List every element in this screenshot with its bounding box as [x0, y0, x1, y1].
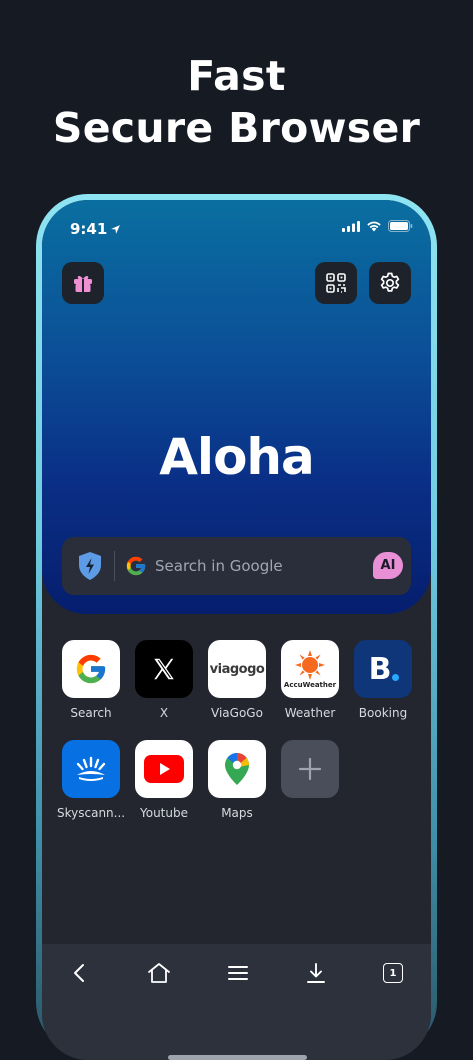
location-arrow-icon — [111, 225, 121, 234]
home-button[interactable] — [144, 958, 174, 988]
menu-button[interactable] — [223, 958, 253, 988]
shield-icon[interactable] — [78, 551, 102, 581]
tab-count: 1 — [389, 967, 397, 979]
speed-dial-viagogo[interactable]: viagogo ViaGoGo — [203, 640, 271, 720]
accuweather-icon: AccuWeather — [281, 640, 339, 698]
status-time: 9:41 — [70, 220, 121, 238]
download-icon — [307, 963, 325, 983]
speed-dial-label: ViaGoGo — [211, 706, 263, 720]
headline-line-1: Fast — [187, 52, 286, 100]
headline: Fast Secure Browser — [0, 50, 473, 154]
speed-dial-youtube[interactable]: Youtube — [130, 740, 198, 820]
speed-dial-label: Youtube — [140, 806, 188, 820]
home-icon — [148, 963, 170, 983]
booking-dot — [392, 674, 399, 681]
speed-dial-skyscanner[interactable]: Skyscann... — [57, 740, 125, 820]
back-button[interactable] — [65, 958, 95, 988]
tab-count-badge: 1 — [383, 963, 403, 983]
viagogo-icon: viagogo — [208, 640, 266, 698]
phone-screen: 9:41 Aloha Search in Google AI Search X … — [42, 200, 431, 1060]
settings-button[interactable] — [369, 262, 411, 304]
tabs-button[interactable]: 1 — [378, 958, 408, 988]
speed-dial-label: Maps — [221, 806, 253, 820]
speed-dial-label: Skyscann... — [57, 806, 126, 820]
status-time-text: 9:41 — [70, 220, 108, 238]
downloads-button[interactable] — [301, 958, 331, 988]
speed-dial-weather[interactable]: AccuWeather Weather — [276, 640, 344, 720]
gift-icon — [74, 275, 92, 292]
google-icon — [76, 654, 106, 684]
maps-tile-icon — [208, 740, 266, 798]
accuweather-logo-text: AccuWeather — [283, 680, 337, 689]
status-icons — [342, 220, 413, 232]
battery-icon — [388, 220, 413, 232]
skyscanner-sunrise-icon — [76, 756, 106, 781]
ai-label: AI — [380, 558, 396, 573]
bottom-toolbar: 1 — [42, 944, 431, 1060]
sun-icon — [295, 649, 325, 680]
hero-panel: 9:41 Aloha Search in Google AI — [42, 200, 431, 614]
gear-icon — [380, 272, 400, 292]
gift-button[interactable] — [62, 262, 104, 304]
signal-icon — [342, 220, 360, 232]
chevron-left-icon — [74, 964, 84, 982]
booking-logo-text: B — [368, 651, 392, 687]
booking-icon: B — [354, 640, 412, 698]
search-divider — [114, 551, 115, 581]
wifi-icon — [367, 221, 381, 232]
hamburger-menu-icon — [228, 966, 248, 980]
maps-pin-icon — [225, 753, 249, 785]
search-input[interactable] — [155, 557, 350, 575]
youtube-tile-icon — [135, 740, 193, 798]
youtube-icon — [144, 755, 184, 783]
speed-dial-label: Weather — [284, 706, 336, 720]
speed-dial-label: X — [159, 706, 169, 720]
speed-dial-x[interactable]: X — [130, 640, 198, 720]
add-tile-icon — [281, 740, 339, 798]
aloha-logo-text: Aloha — [159, 428, 315, 486]
qr-scan-button[interactable] — [315, 262, 357, 304]
google-icon — [126, 556, 146, 576]
speed-dial-google[interactable]: Search — [57, 640, 125, 720]
speed-dial-booking[interactable]: B Booking — [349, 640, 417, 720]
speed-dial-label: Search — [70, 706, 112, 720]
x-icon — [154, 658, 174, 680]
headline-line-2: Secure Browser — [52, 104, 421, 152]
home-indicator[interactable] — [168, 1055, 307, 1060]
skyscanner-icon — [62, 740, 120, 798]
search-bar[interactable]: AI — [62, 537, 411, 595]
viagogo-logo-text: viagogo — [209, 661, 265, 677]
phone-frame: 9:41 Aloha Search in Google AI Search X … — [36, 194, 437, 1060]
speed-dial-add[interactable] — [276, 740, 344, 798]
plus-icon — [298, 757, 322, 781]
x-tile-icon — [135, 640, 193, 698]
qr-code-icon — [326, 273, 346, 293]
speed-dial-label: Booking — [358, 706, 408, 720]
aloha-logo: Aloha — [42, 428, 431, 486]
ai-assistant-button[interactable]: AI — [373, 552, 403, 579]
google-tile-icon — [62, 640, 120, 698]
speed-dial-maps[interactable]: Maps — [203, 740, 271, 820]
